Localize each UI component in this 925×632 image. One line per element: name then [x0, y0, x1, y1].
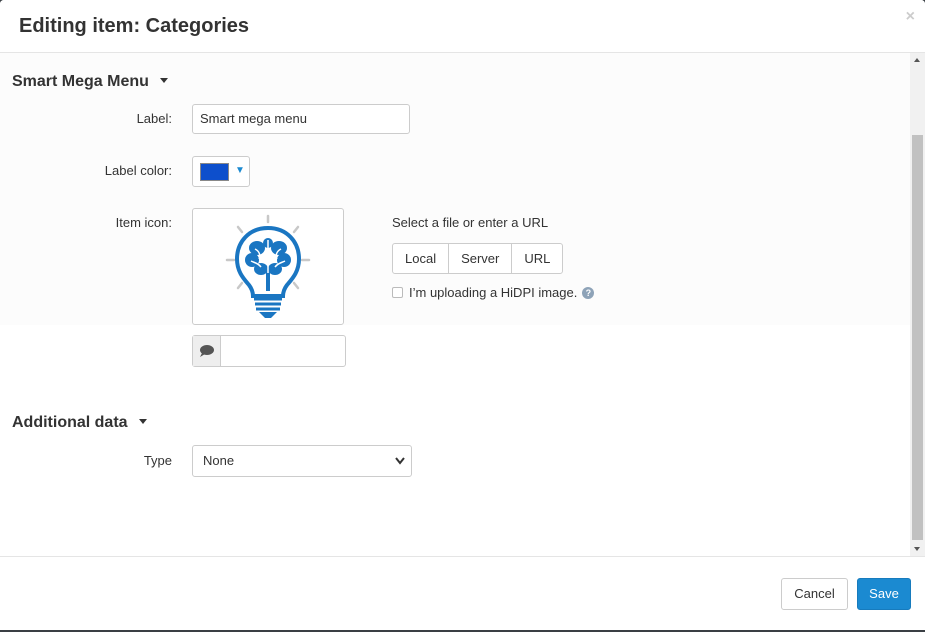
server-button[interactable]: Server [449, 244, 513, 273]
color-swatch [200, 163, 229, 181]
section-heading-label: Smart Mega Menu [12, 73, 149, 90]
url-button[interactable]: URL [512, 244, 562, 273]
hidpi-option: I’m uploading a HiDPI image. ? [392, 285, 595, 300]
dialog-body: Smart Mega Menu Label: Smart mega menu L… [0, 53, 910, 556]
item-icon-caption: Item icon: [115, 215, 172, 230]
close-icon[interactable]: × [906, 8, 915, 26]
local-button[interactable]: Local [393, 244, 450, 273]
save-button[interactable]: Save [857, 578, 911, 610]
speech-bubble-icon [200, 345, 214, 357]
section-heading-label: Additional data [12, 414, 128, 431]
type-select[interactable]: None [192, 445, 412, 477]
upload-source-buttons: Local Server URL [392, 243, 564, 274]
caret-down-icon [138, 419, 147, 424]
cancel-button[interactable]: Cancel [781, 578, 848, 610]
type-caption: Type [143, 453, 172, 468]
scroll-down-arrow-icon[interactable] [914, 547, 920, 551]
hidpi-checkbox[interactable] [392, 287, 403, 298]
lightbulb-brain-icon [225, 214, 311, 318]
scrollbar-thumb[interactable] [912, 135, 923, 540]
upload-hint: Select a file or enter a URL [392, 215, 549, 230]
item-icon-preview[interactable] [192, 208, 344, 325]
dialog-title: Editing item: Categories [19, 15, 250, 37]
label-color-caption: Label color: [104, 163, 172, 178]
alt-text-addon [193, 336, 221, 366]
caret-down-icon [159, 78, 168, 83]
scroll-up-arrow-icon[interactable] [914, 58, 920, 62]
type-select-value: None [203, 453, 235, 468]
dialog-footer: Cancel Save [0, 556, 925, 630]
help-icon[interactable]: ? [582, 286, 595, 299]
section-heading-smart-mega-menu[interactable]: Smart Mega Menu [12, 73, 168, 91]
label-input[interactable]: Smart mega menu [192, 104, 410, 134]
vertical-scrollbar[interactable] [910, 53, 925, 556]
section-heading-additional-data[interactable]: Additional data [12, 414, 147, 432]
label-color-picker[interactable]: ▼ [192, 156, 250, 187]
hidpi-label: I’m uploading a HiDPI image. [409, 285, 578, 300]
icon-alt-text-field[interactable] [192, 335, 346, 367]
edit-item-dialog: Editing item: Categories × Smart Mega Me… [0, 0, 925, 630]
label-caption: Label: [136, 111, 172, 126]
chevron-down-icon [395, 446, 405, 488]
dialog-header: Editing item: Categories × [0, 0, 925, 53]
dropdown-arrow-icon: ▼ [235, 165, 245, 176]
